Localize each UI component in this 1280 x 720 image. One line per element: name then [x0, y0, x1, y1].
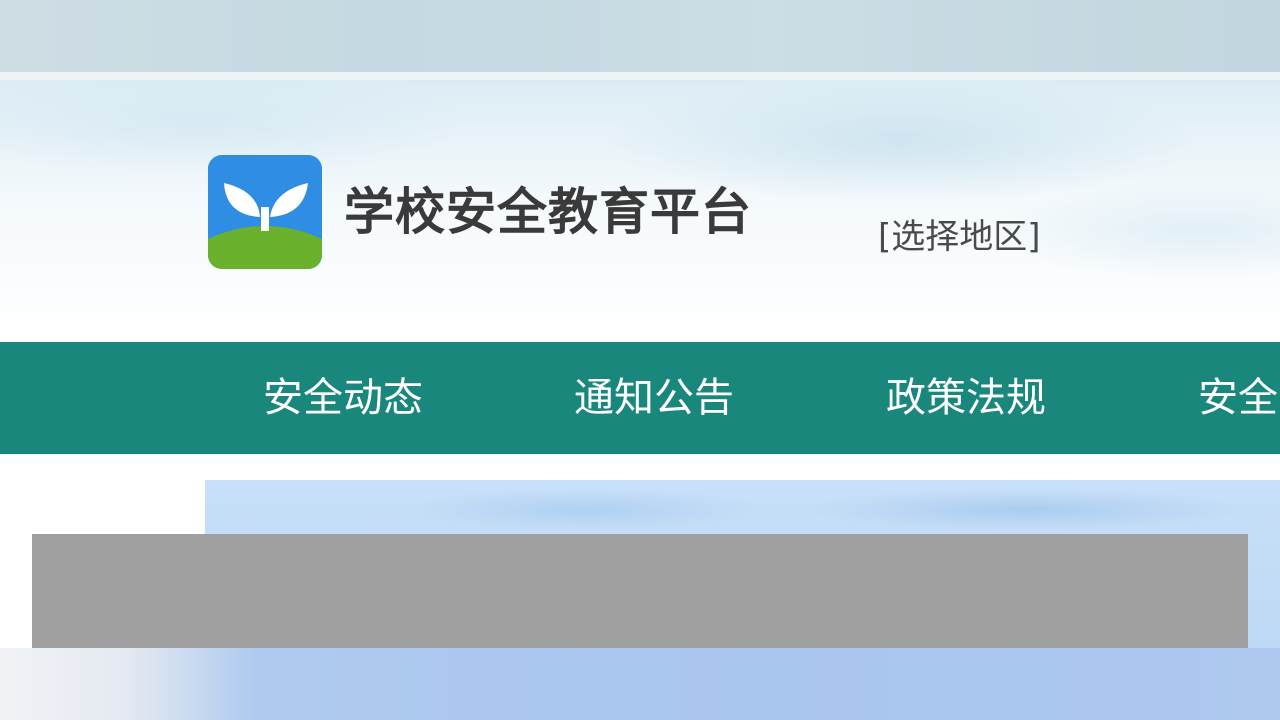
page: 学校安全教育平台 [选择地区] 安全动态 通知公告 政策法规 安全 [0, 0, 1280, 720]
sprout-logo-icon[interactable] [208, 155, 322, 269]
main-nav: 安全动态 通知公告 政策法规 安全 [0, 342, 1280, 454]
caption-overlay-bar [32, 534, 1248, 648]
logo-graphic [208, 155, 322, 269]
nav-item-safety-news[interactable]: 安全动态 [263, 342, 423, 454]
region-select-link[interactable]: [选择地区] [878, 214, 1041, 260]
nav-item-notices[interactable]: 通知公告 [574, 342, 734, 454]
bottom-blurred-strip [0, 648, 1280, 720]
nav-item-safety-more[interactable]: 安全 [1198, 342, 1278, 454]
top-strip-edge [0, 72, 1280, 80]
site-title: 学校安全教育平台 [344, 183, 752, 241]
top-blurred-strip [0, 0, 1280, 72]
nav-item-policies[interactable]: 政策法规 [886, 342, 1046, 454]
